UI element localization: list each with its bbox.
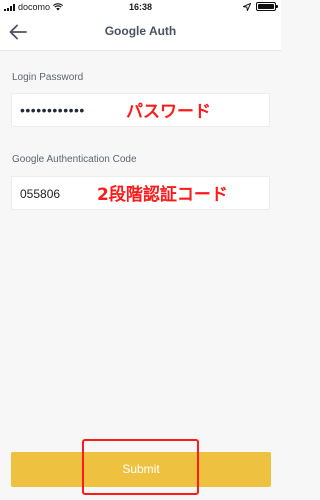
nav-bar: Google Auth: [0, 14, 281, 51]
submit-label: Submit: [122, 462, 160, 476]
password-value: ••••••••••••: [20, 102, 85, 118]
password-label: Login Password: [12, 72, 84, 83]
status-bar: docomo 16:38: [0, 0, 281, 14]
submit-button[interactable]: Submit: [11, 452, 271, 487]
auth-code-label: Google Authentication Code: [12, 154, 137, 165]
auth-code-annotation: 2段階認証コード: [97, 185, 228, 205]
location-arrow-icon: [243, 2, 251, 11]
auth-code-value: 055806: [20, 187, 61, 201]
page-title: Google Auth: [104, 24, 177, 38]
battery-fill: [258, 4, 274, 9]
password-annotation: パスワード: [126, 102, 211, 122]
battery-icon: [256, 2, 278, 11]
status-right: [243, 2, 278, 11]
status-time: 16:38: [128, 2, 153, 12]
